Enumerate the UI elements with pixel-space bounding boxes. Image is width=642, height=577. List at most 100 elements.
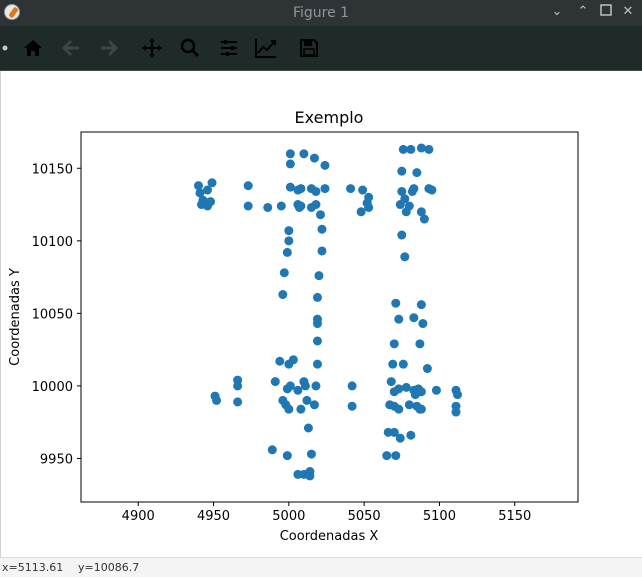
data-point — [394, 404, 404, 414]
y-tick-label: 10100 — [32, 235, 73, 250]
data-point — [415, 339, 425, 349]
data-point — [305, 471, 315, 481]
data-point — [398, 359, 408, 369]
axes-edit-icon[interactable] — [253, 35, 279, 61]
data-point — [285, 159, 295, 169]
data-point — [207, 178, 217, 188]
data-point — [203, 201, 213, 211]
data-point — [243, 201, 253, 211]
data-point — [389, 339, 399, 349]
data-point — [409, 313, 419, 323]
data-point — [293, 385, 303, 395]
data-point — [285, 381, 295, 391]
data-point — [303, 423, 313, 433]
home-icon[interactable] — [20, 35, 46, 61]
data-point — [278, 290, 288, 300]
data-point — [389, 387, 399, 397]
data-point — [284, 359, 294, 369]
x-tick-label: 5050 — [348, 509, 381, 524]
data-point — [309, 400, 319, 410]
data-point — [347, 381, 357, 391]
data-point — [284, 404, 294, 414]
y-tick-label: 10050 — [32, 307, 73, 322]
data-point — [406, 144, 416, 154]
status-bar: x=5113.61 y=10086.7 — [0, 557, 642, 577]
data-point — [275, 356, 285, 366]
data-point — [300, 381, 310, 391]
data-point — [395, 433, 405, 443]
data-point — [358, 185, 368, 195]
data-point — [311, 381, 321, 391]
data-point — [386, 377, 396, 387]
cursor-x-readout: x=5113.61 — [2, 561, 64, 574]
overflow-dot-icon — [0, 35, 18, 61]
window-titlebar: Figure 1 ⌄ ⌃ ✕ — [0, 0, 642, 26]
data-point — [314, 271, 324, 281]
data-point — [294, 202, 304, 212]
data-point — [296, 184, 306, 194]
close-icon[interactable]: ✕ — [620, 4, 636, 20]
data-point — [394, 314, 404, 324]
data-point — [404, 400, 414, 410]
subplots-icon[interactable] — [216, 35, 242, 61]
data-point — [312, 336, 322, 346]
y-tick-label: 10150 — [32, 162, 73, 177]
data-point — [309, 153, 319, 163]
y-tick-label: 9950 — [40, 452, 73, 467]
data-point — [317, 246, 327, 256]
data-point — [401, 207, 411, 217]
data-point — [416, 143, 426, 153]
x-tick-label: 4950 — [197, 509, 230, 524]
data-point — [347, 401, 357, 411]
data-point — [315, 210, 325, 220]
data-point — [431, 385, 441, 395]
figure-canvas[interactable]: 4900 4950 5000 5050 5100 5150 9950 10000 10050 10… — [0, 71, 642, 557]
data-point — [306, 449, 316, 459]
data-point — [346, 184, 356, 194]
data-point — [395, 200, 405, 210]
x-tick-label: 5000 — [272, 509, 305, 524]
data-point — [397, 230, 407, 240]
data-point — [233, 397, 243, 407]
x-tick-label: 4900 — [122, 509, 155, 524]
data-point — [419, 214, 429, 224]
data-point — [267, 445, 277, 455]
data-point — [302, 395, 312, 405]
data-point — [320, 160, 330, 170]
cursor-y-readout: y=10086.7 — [78, 561, 140, 574]
save-icon[interactable] — [296, 35, 322, 61]
scatter-plot[interactable]: 4900 4950 5000 5050 5100 5150 9950 10000 10050 10… — [1, 71, 642, 557]
data-point — [312, 319, 322, 329]
data-point — [427, 185, 437, 195]
data-point — [391, 298, 401, 308]
forward-arrow-icon[interactable] — [96, 35, 122, 61]
data-point — [243, 181, 253, 191]
data-point — [276, 201, 286, 211]
navigation-toolbar — [0, 26, 642, 71]
data-point — [382, 451, 392, 461]
data-point — [284, 226, 294, 236]
data-point — [412, 168, 422, 178]
data-point — [451, 407, 461, 417]
data-point — [388, 359, 398, 369]
back-arrow-icon[interactable] — [58, 35, 84, 61]
data-point — [279, 268, 289, 278]
y-axis-label: Coordenadas Y — [8, 268, 23, 366]
zoom-icon[interactable] — [177, 35, 203, 61]
data-point — [406, 430, 416, 440]
maximize-icon[interactable] — [598, 4, 614, 20]
data-point — [282, 247, 292, 257]
data-point — [212, 395, 222, 405]
restore-icon[interactable]: ⌃ — [575, 4, 591, 20]
chart-title: Exemplo — [295, 108, 364, 127]
data-point — [416, 300, 426, 310]
pan-icon[interactable] — [139, 35, 165, 61]
data-point — [410, 390, 420, 400]
axes-frame — [80, 131, 579, 503]
data-point — [320, 184, 330, 194]
data-point — [311, 186, 321, 196]
data-point — [312, 292, 322, 302]
data-point — [422, 364, 432, 374]
data-point — [263, 202, 273, 212]
minimize-icon[interactable]: ⌄ — [549, 4, 565, 20]
